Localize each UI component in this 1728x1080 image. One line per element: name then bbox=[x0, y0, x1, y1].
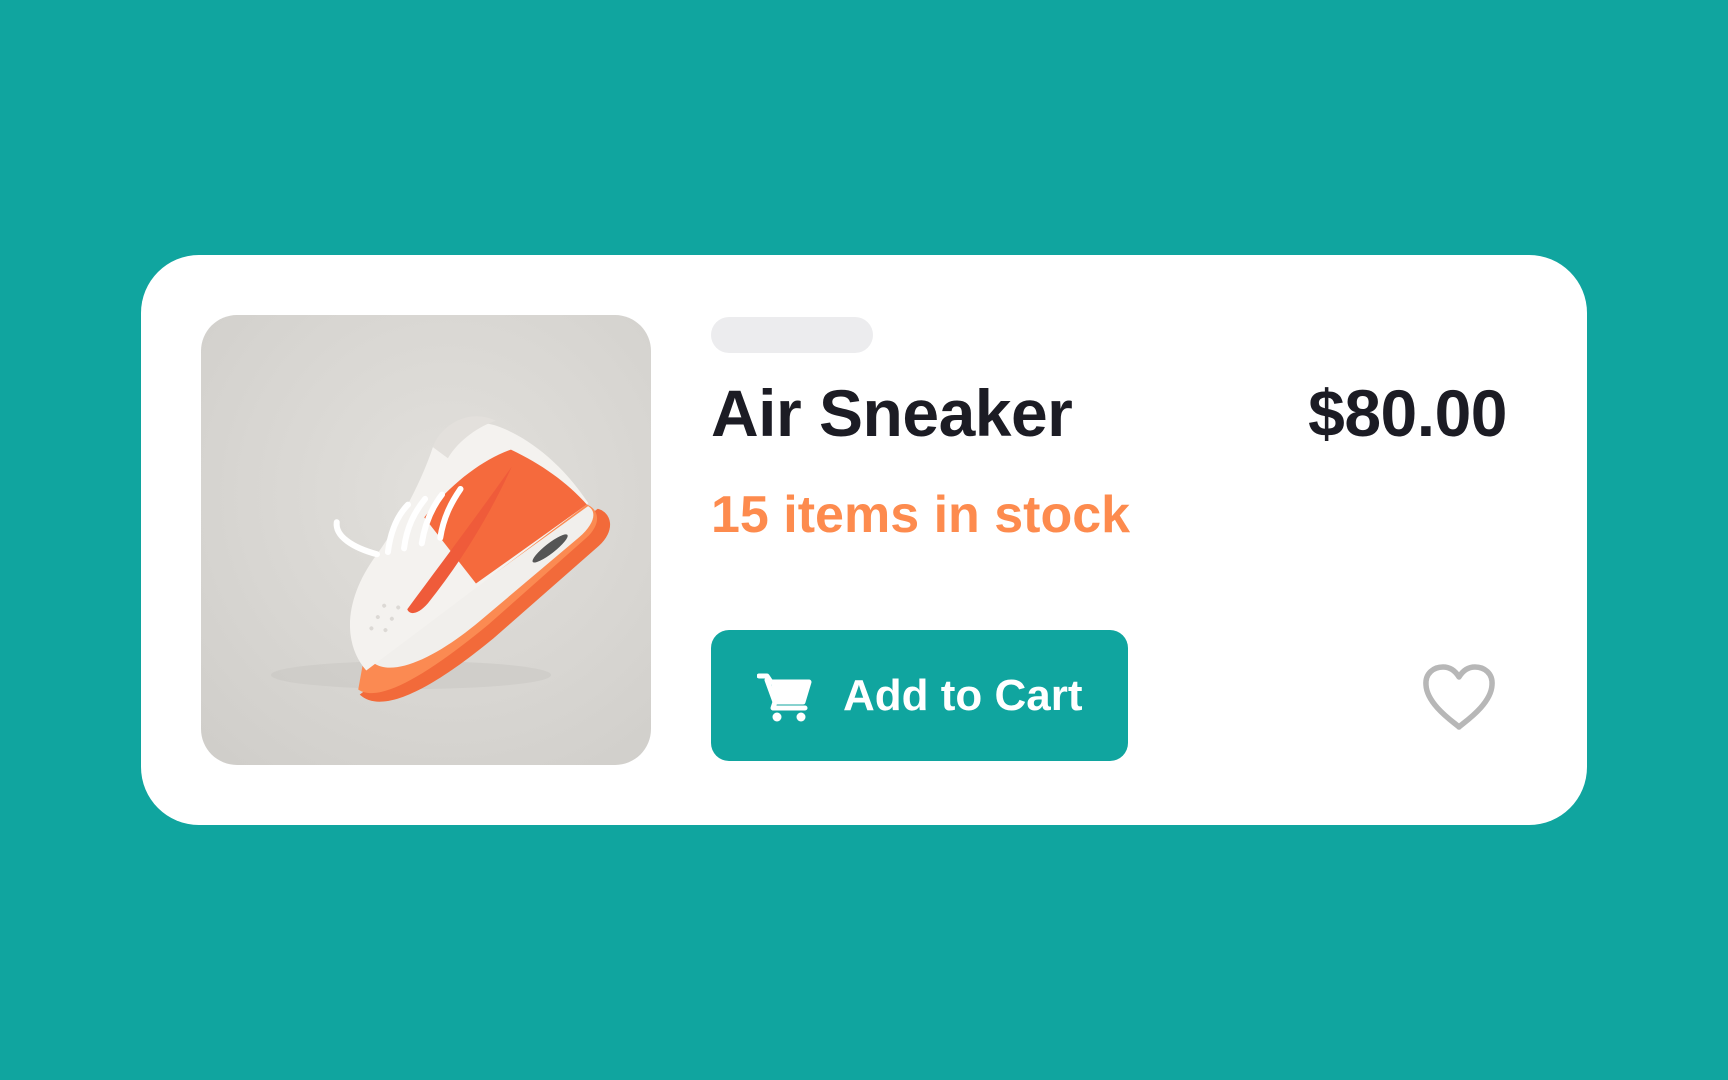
product-price: $80.00 bbox=[1308, 376, 1507, 450]
shopping-cart-icon bbox=[756, 670, 813, 722]
sneaker-image-icon bbox=[271, 416, 610, 702]
product-image bbox=[201, 315, 651, 765]
product-title: Air Sneaker bbox=[711, 376, 1073, 450]
category-placeholder bbox=[711, 317, 873, 353]
product-card: Air Sneaker $80.00 15 items in stock Add… bbox=[141, 255, 1587, 825]
favorite-button[interactable] bbox=[1421, 663, 1497, 733]
stock-status: 15 items in stock bbox=[711, 486, 1131, 544]
add-to-cart-label: Add to Cart bbox=[843, 670, 1083, 720]
heart-outline-icon bbox=[1423, 664, 1495, 730]
add-to-cart-button[interactable]: Add to Cart bbox=[711, 630, 1128, 761]
